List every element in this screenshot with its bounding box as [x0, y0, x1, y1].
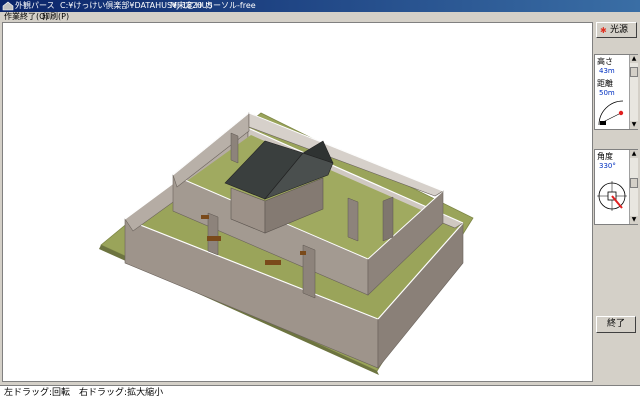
- window-3: [300, 251, 306, 255]
- end-button[interactable]: 終了: [596, 316, 636, 333]
- angle-label: 角度: [597, 152, 613, 161]
- light-source-button[interactable]: ✱ 光源: [596, 22, 637, 38]
- distance-label: 距離: [597, 79, 613, 88]
- camera-angle-scrollbar[interactable]: ▲ ▼: [629, 150, 638, 224]
- window-4: [201, 215, 209, 219]
- partition-wall-1: [207, 212, 219, 256]
- bulb-icon: ✱: [600, 26, 607, 35]
- scroll-up-arrow[interactable]: ▲: [630, 55, 638, 63]
- scroll-down-arrow[interactable]: ▼: [630, 216, 638, 224]
- scroll-thumb[interactable]: [630, 178, 638, 188]
- house-model: [99, 112, 474, 375]
- camera-angle-panel[interactable]: 角度 330° ▲ ▼: [594, 149, 638, 225]
- height-value: 43m: [599, 67, 615, 75]
- partition-wall-5: [230, 132, 239, 164]
- scroll-thumb[interactable]: [630, 67, 638, 77]
- menu-bar: 作業終了(Q) 印刷(P): [0, 12, 640, 22]
- camera-position-panel[interactable]: 高さ 43m 距離 50m ▲ ▼: [594, 54, 638, 130]
- window-title: 外観パース: [15, 1, 55, 10]
- distance-value: 50m: [599, 89, 615, 97]
- 3d-viewport[interactable]: [2, 22, 593, 382]
- window-2: [265, 260, 281, 265]
- menu-item-print[interactable]: 印刷(P): [42, 12, 69, 22]
- partition-wall-3: [347, 197, 359, 242]
- status-text: 左ドラッグ:回転 右ドラッグ:拡大縮小: [4, 388, 164, 398]
- angle-value: 330°: [599, 162, 616, 170]
- app-icon: [2, 1, 14, 11]
- light-source-label: 光源: [610, 25, 629, 35]
- window-1: [207, 236, 221, 241]
- height-label: 高さ: [597, 57, 613, 66]
- partition-wall-4: [382, 196, 394, 242]
- scroll-up-arrow[interactable]: ▲: [630, 150, 638, 158]
- model-code: MJ-1820: [170, 1, 203, 10]
- angle-dial[interactable]: [596, 176, 628, 216]
- camera-position-gauge[interactable]: [597, 99, 629, 127]
- scroll-down-arrow[interactable]: ▼: [630, 121, 638, 129]
- status-bar: 左ドラッグ:回転 右ドラッグ:拡大縮小: [0, 385, 640, 401]
- camera-position-scrollbar[interactable]: ▲ ▼: [629, 55, 638, 129]
- cursor-mode: カーソル-free: [205, 1, 256, 10]
- title-bar: 外観パース C:¥けっけい倶楽部¥DATAHUS¥未定.HUS MJ-1820 …: [0, 0, 640, 12]
